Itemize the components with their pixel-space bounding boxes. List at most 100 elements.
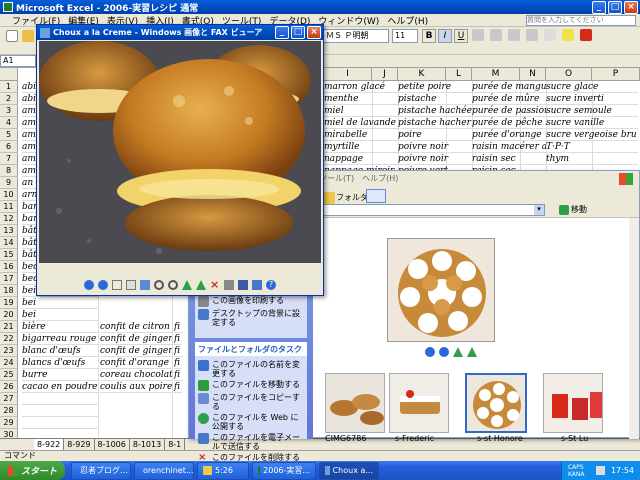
edit-icon[interactable] (252, 280, 262, 290)
address-bar[interactable] (321, 204, 545, 216)
row-header[interactable]: 20 (0, 309, 18, 321)
thumbnail-item-selected[interactable] (465, 373, 527, 433)
table-cell[interactable]: blanc d'œufs (22, 345, 98, 357)
table-cell[interactable] (22, 417, 98, 429)
row-header[interactable]: 15 (0, 249, 18, 261)
taskbar-item-orenchinet[interactable]: orenchinet... (134, 461, 195, 480)
new-icon[interactable] (6, 30, 18, 42)
menu-window[interactable]: ウィンドウ(W) (314, 14, 383, 27)
open-icon[interactable] (22, 30, 34, 42)
table-cell[interactable]: sucre glace (546, 81, 638, 93)
explorer-menu-help[interactable]: ヘルプ(H) (362, 173, 398, 184)
copy-file-task[interactable]: このファイルをコピーする (198, 393, 304, 411)
zoom-out-icon[interactable] (168, 280, 178, 290)
table-cell[interactable]: raisin macérer au (472, 141, 546, 153)
table-cell[interactable]: poivre noir (398, 141, 472, 153)
zoom-in-icon[interactable] (154, 280, 164, 290)
row-header[interactable]: 21 (0, 321, 18, 333)
align-right-icon[interactable] (508, 29, 520, 41)
table-cell[interactable]: fi (174, 357, 182, 369)
thumbnail-item[interactable] (325, 373, 385, 433)
align-center-icon[interactable] (490, 29, 502, 41)
row-header[interactable]: 4 (0, 117, 18, 129)
table-cell[interactable]: coulis aux poires (100, 381, 172, 393)
prev-image-icon[interactable] (425, 347, 435, 357)
row-header[interactable]: 3 (0, 105, 18, 117)
print-image-task[interactable]: この画像を印刷する (198, 296, 304, 307)
fill-color-icon[interactable] (562, 29, 574, 41)
column-header[interactable]: I (324, 68, 372, 81)
thumbnail-item[interactable] (389, 373, 449, 433)
vertical-scrollbar[interactable] (629, 218, 639, 439)
name-box[interactable]: A1 (0, 55, 36, 67)
table-cell[interactable]: nappage (324, 153, 398, 165)
table-cell[interactable]: bigarreau rouge (22, 333, 98, 345)
table-cell[interactable]: raisin sec (472, 153, 546, 165)
row-header[interactable]: 8 (0, 165, 18, 177)
viewer-maximize-button[interactable]: □ (291, 26, 305, 39)
view-mode-button[interactable] (366, 189, 386, 203)
row-header[interactable]: 18 (0, 285, 18, 297)
table-cell[interactable]: pistache hacher (398, 117, 472, 129)
table-cell[interactable]: burre (22, 369, 98, 381)
merge-icon[interactable] (526, 29, 538, 41)
table-cell[interactable]: confit de citron (100, 321, 172, 333)
table-cell[interactable]: fi (174, 369, 182, 381)
row-header[interactable]: 14 (0, 237, 18, 249)
row-header[interactable]: 23 (0, 345, 18, 357)
table-cell[interactable]: fi (174, 345, 182, 357)
address-dropdown-icon[interactable]: ▾ (534, 205, 544, 215)
row-header[interactable]: 9 (0, 177, 18, 189)
table-cell[interactable]: confit de gingembi (100, 333, 172, 345)
help-search-input[interactable] (526, 14, 636, 26)
close-button[interactable]: × (624, 0, 638, 14)
table-cell[interactable]: purée de mangue (472, 81, 546, 93)
table-cell[interactable]: bei (22, 309, 98, 321)
sheet-tab[interactable]: 8-922 (34, 439, 65, 450)
row-header[interactable]: 5 (0, 129, 18, 141)
help-icon[interactable]: ? (266, 280, 276, 290)
font-color-icon[interactable] (580, 29, 592, 41)
set-desktop-task[interactable]: デスクトップの背景に設定する (198, 309, 304, 327)
email-file-task[interactable]: このファイルを電子メールで送信する (198, 433, 304, 451)
taskbar-item-excel[interactable]: 2006-実習... (252, 461, 317, 480)
font-name-select[interactable]: ＭＳ Ｐ明朝 (323, 29, 389, 43)
table-cell[interactable] (22, 405, 98, 417)
filmstrip-preview[interactable] (387, 238, 495, 342)
table-cell[interactable]: sucre inverti (546, 93, 638, 105)
file-tasks-header[interactable]: ファイルとフォルダのタスク (195, 342, 307, 356)
viewer-close-button[interactable]: × (307, 26, 321, 39)
border-icon[interactable] (544, 29, 556, 41)
table-cell[interactable]: purée de passion (472, 105, 546, 117)
row-header[interactable]: 27 (0, 393, 18, 405)
go-button[interactable]: 移動 (559, 204, 587, 215)
table-cell[interactable]: miel de lavande (324, 117, 398, 129)
explorer-menu-tools[interactable]: ツール(T) (319, 173, 354, 184)
table-cell[interactable]: fi (174, 381, 182, 393)
column-header[interactable]: K (398, 68, 446, 81)
table-cell[interactable]: myrtille (324, 141, 398, 153)
row-header[interactable]: 12 (0, 213, 18, 225)
table-cell[interactable]: pistache (398, 93, 472, 105)
sheet-tab[interactable]: 8-1006 (95, 439, 130, 450)
row-header[interactable]: 11 (0, 201, 18, 213)
bold-button[interactable]: B (422, 29, 436, 43)
table-cell[interactable]: poire (398, 129, 472, 141)
slideshow-icon[interactable] (140, 280, 150, 290)
table-cell[interactable]: sucre semoule (546, 105, 638, 117)
row-header[interactable]: 10 (0, 189, 18, 201)
row-header[interactable]: 1 (0, 81, 18, 93)
row-header[interactable]: 30 (0, 429, 18, 438)
table-cell[interactable]: purée d'orange (472, 129, 546, 141)
rotate-right-icon[interactable] (467, 347, 477, 357)
table-cell[interactable]: bei (22, 297, 98, 309)
column-header[interactable]: N (520, 68, 546, 81)
table-cell[interactable]: marron glacé (324, 81, 398, 93)
row-header[interactable]: 2 (0, 93, 18, 105)
row-header[interactable]: 24 (0, 357, 18, 369)
sheet-tab[interactable]: 8-929 (64, 439, 95, 450)
column-header[interactable]: M (472, 68, 520, 81)
column-header[interactable]: L (446, 68, 472, 81)
align-left-icon[interactable] (472, 29, 484, 41)
table-cell[interactable]: cacao en poudre (22, 381, 98, 393)
